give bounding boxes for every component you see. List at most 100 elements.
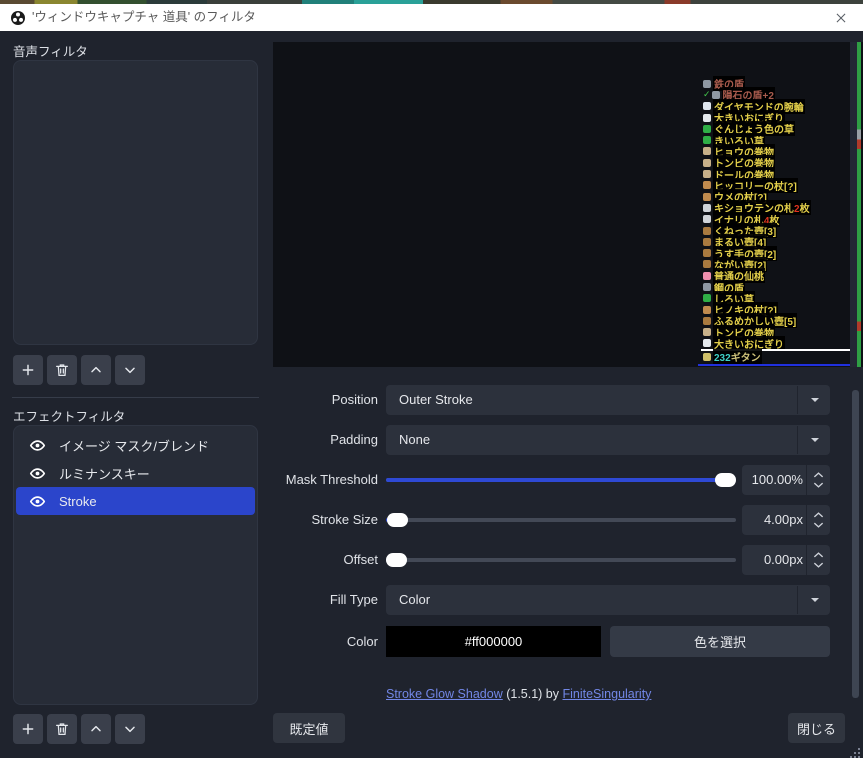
scroll-icon [703, 328, 711, 336]
mask-threshold-slider[interactable] [386, 465, 736, 495]
pot-icon [703, 227, 711, 235]
plus-icon [20, 362, 36, 378]
mask-threshold-label: Mask Threshold [273, 465, 378, 495]
mask-threshold-spinbox[interactable]: 100.00% [742, 465, 830, 495]
visibility-eye-icon[interactable] [29, 437, 46, 454]
shield-icon [703, 80, 711, 88]
talisman-icon [703, 204, 711, 212]
spinner-arrows-icon[interactable] [806, 505, 830, 535]
audio-filters-toolbar [13, 355, 145, 385]
audio-filters-list[interactable] [13, 60, 258, 345]
chevron-down-icon [807, 592, 823, 613]
add-filter-button[interactable] [13, 355, 43, 385]
effect-filter-item[interactable]: ルミナンスキー [16, 459, 255, 487]
position-select[interactable]: Outer Stroke [386, 385, 830, 415]
effect-filter-label: ルミナンスキー [59, 464, 150, 483]
offset-slider[interactable] [386, 545, 736, 575]
defaults-button[interactable]: 既定値 [273, 713, 345, 743]
plugin-credit: Stroke Glow Shadow (1.5.1) by FiniteSing… [386, 687, 651, 701]
title-bar[interactable]: 'ウィンドウキャプチャ 道具' のフィルタ [0, 4, 863, 31]
offset-label: Offset [273, 545, 378, 575]
stroke-size-slider[interactable] [386, 505, 736, 535]
fill-type-label: Fill Type [273, 585, 378, 615]
shield-icon [712, 91, 720, 99]
spinner-arrows-icon[interactable] [806, 465, 830, 495]
pot-icon [703, 260, 711, 268]
peach-icon [703, 272, 711, 280]
game-edge-border [857, 42, 861, 367]
plus-icon [20, 721, 36, 737]
move-filter-up-button[interactable] [81, 714, 111, 744]
game-item-row: 大きいおにぎり [703, 338, 811, 349]
position-label: Position [273, 385, 378, 415]
grass-icon [703, 136, 711, 144]
game-money-row: 232ギタン [703, 351, 762, 362]
chevron-down-icon [807, 432, 823, 453]
stroke-size-label: Stroke Size [273, 505, 378, 535]
bracelet-icon [703, 102, 711, 110]
effect-filter-item[interactable]: イメージ マスク/ブレンド [16, 431, 255, 459]
game-edge-column [850, 42, 857, 367]
trash-icon [54, 362, 70, 378]
effect-filters-list[interactable]: イメージ マスク/ブレンドルミナンスキー Stroke [13, 425, 258, 705]
pot-icon [703, 317, 711, 325]
pot-icon [703, 238, 711, 246]
shield-icon [703, 283, 711, 291]
filters-dialog: 'ウィンドウキャプチャ 道具' のフィルタ 音声フィルタ エフェクトフィルタ イ… [0, 0, 863, 758]
slider-handle[interactable] [387, 513, 408, 527]
filter-preview: 鉄の盾✓隕石の盾+2ダイヤモンドの腕輪大きいおにぎりぐんじょう色の草きいろい草ヒ… [273, 42, 863, 367]
talisman-icon [703, 215, 711, 223]
plugin-author-link[interactable]: FiniteSingularity [562, 687, 651, 701]
game-item-list: 鉄の盾✓隕石の盾+2ダイヤモンドの腕輪大きいおにぎりぐんじょう色の草きいろい草ヒ… [703, 78, 811, 349]
chevron-down-icon [807, 392, 823, 413]
add-filter-button[interactable] [13, 714, 43, 744]
move-filter-down-button[interactable] [115, 355, 145, 385]
plugin-link[interactable]: Stroke Glow Shadow [386, 687, 503, 701]
window-title: 'ウィンドウキャプチャ 道具' のフィルタ [32, 4, 256, 31]
color-label: Color [273, 626, 378, 657]
chevron-up-icon [88, 721, 104, 737]
remove-filter-button[interactable] [47, 355, 77, 385]
visibility-eye-icon[interactable] [29, 493, 46, 510]
move-filter-down-button[interactable] [115, 714, 145, 744]
select-color-button[interactable]: 色を選択 [610, 626, 830, 657]
effect-filters-toolbar [13, 714, 145, 744]
money-bag-icon [703, 353, 711, 361]
padding-select[interactable]: None [386, 425, 830, 455]
slider-handle[interactable] [715, 473, 736, 487]
obs-logo-icon [10, 10, 26, 26]
visibility-eye-icon[interactable] [29, 465, 46, 482]
effect-filters-heading: エフェクトフィルタ [13, 406, 125, 425]
form-scrollbar[interactable] [852, 390, 859, 698]
wand-icon [703, 181, 711, 189]
grass-icon [703, 125, 711, 133]
scroll-icon [703, 170, 711, 178]
offset-spinbox[interactable]: 0.00px [742, 545, 830, 575]
fill-type-select[interactable]: Color [386, 585, 830, 615]
wand-icon [703, 193, 711, 201]
chevron-down-icon [122, 362, 138, 378]
grass-icon [703, 294, 711, 302]
wand-icon [703, 306, 711, 314]
move-filter-up-button[interactable] [81, 355, 111, 385]
chevron-down-icon [122, 721, 138, 737]
game-item-row: 232ギタン [703, 351, 762, 362]
remove-filter-button[interactable] [47, 714, 77, 744]
scroll-icon [703, 147, 711, 155]
close-button[interactable]: 閉じる [788, 713, 845, 743]
color-swatch: #ff000000 [386, 626, 601, 657]
section-divider [12, 397, 259, 398]
chevron-up-icon [88, 362, 104, 378]
spinner-arrows-icon[interactable] [806, 545, 830, 575]
resize-grip-icon[interactable] [850, 745, 860, 755]
pot-icon [703, 249, 711, 257]
check-icon: ✓ [703, 89, 711, 100]
scroll-icon [703, 159, 711, 167]
audio-filters-heading: 音声フィルタ [13, 41, 88, 60]
game-list-bottom-line [698, 364, 855, 366]
stroke-size-spinbox[interactable]: 4.00px [742, 505, 830, 535]
effect-filter-label: イメージ マスク/ブレンド [59, 436, 209, 455]
close-icon[interactable] [825, 6, 857, 30]
effect-filter-item[interactable]: Stroke [16, 487, 255, 515]
slider-handle[interactable] [386, 553, 407, 567]
